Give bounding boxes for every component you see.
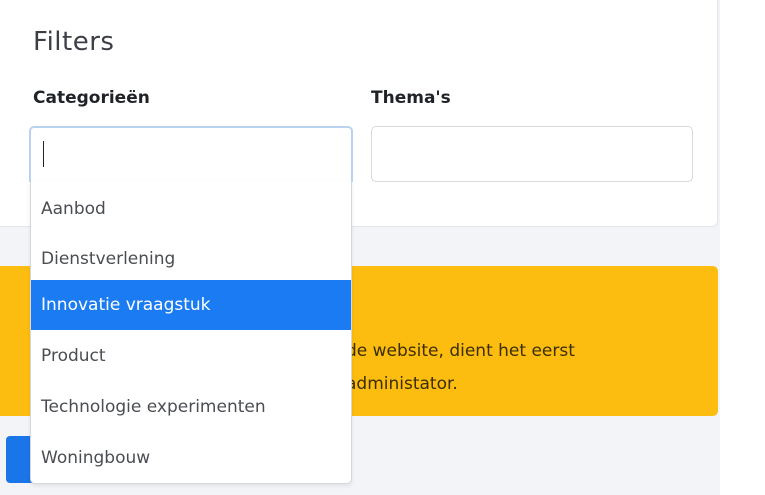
dropdown-option-dienstverlening[interactable]: Dienstverlening <box>31 234 351 284</box>
dropdown-option-product[interactable]: Product <box>31 331 351 381</box>
right-margin <box>720 0 765 495</box>
categories-label: Categorieën <box>33 88 150 108</box>
filters-title: Filters <box>33 27 115 57</box>
warning-text-line-1: de website, dient het eerst <box>346 341 575 361</box>
dropdown-option-innovatie-vraagstuk[interactable]: Innovatie vraagstuk <box>31 280 351 330</box>
categories-select-input[interactable] <box>29 126 353 182</box>
text-cursor <box>43 141 44 167</box>
themes-label: Thema's <box>371 88 451 108</box>
dropdown-option-technologie-experimenten[interactable]: Technologie experimenten <box>31 382 351 432</box>
dropdown-option-aanbod[interactable]: Aanbod <box>31 184 351 234</box>
themes-select-input[interactable] <box>371 126 693 182</box>
dropdown-option-woningbouw[interactable]: Woningbouw <box>31 433 351 483</box>
categories-dropdown-menu: Aanbod Dienstverlening Innovatie vraagst… <box>30 181 352 484</box>
warning-text-line-2: administator. <box>346 374 458 394</box>
